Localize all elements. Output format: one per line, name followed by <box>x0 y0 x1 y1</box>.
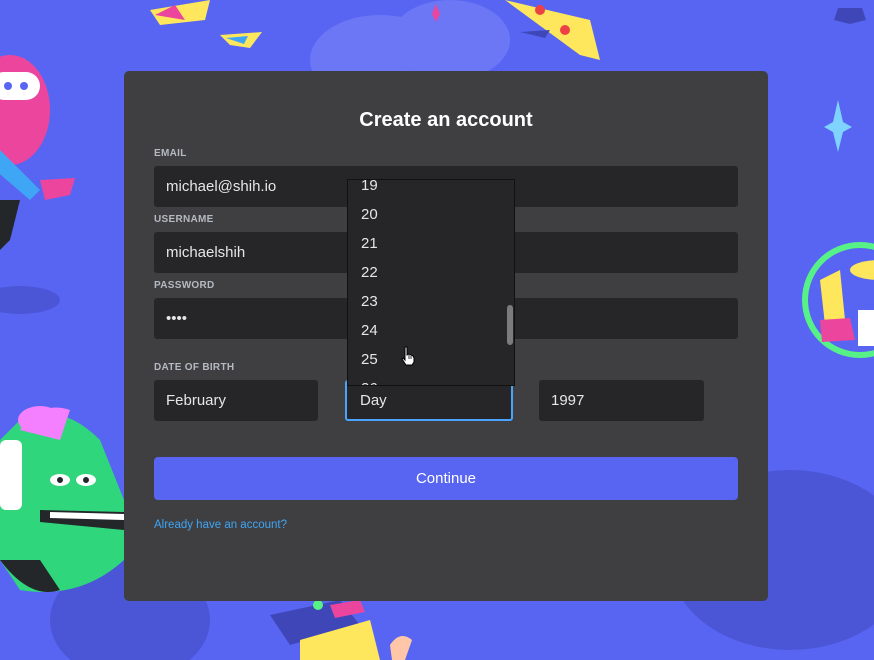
username-label: USERNAME <box>154 214 214 225</box>
day-option-20[interactable]: 20 <box>361 206 378 223</box>
day-option-26[interactable]: 26 <box>361 380 378 385</box>
hand-cursor-icon <box>401 346 415 366</box>
day-option-19[interactable]: 19 <box>361 180 378 194</box>
dropdown-scrollbar[interactable] <box>507 305 513 345</box>
day-option-21[interactable]: 21 <box>361 235 378 252</box>
login-link[interactable]: Already have an account? <box>154 519 287 531</box>
year-select[interactable]: 1997 <box>539 380 704 421</box>
month-select[interactable]: February <box>154 380 318 421</box>
day-option-23[interactable]: 23 <box>361 293 378 310</box>
date-of-birth-label: DATE OF BIRTH <box>154 362 235 373</box>
day-dropdown-list[interactable]: 19 20 21 22 23 24 25 26 <box>347 179 515 386</box>
email-label: EMAIL <box>154 148 187 159</box>
day-option-24[interactable]: 24 <box>361 322 378 339</box>
day-option-22[interactable]: 22 <box>361 264 378 281</box>
continue-button[interactable]: Continue <box>154 457 738 500</box>
day-option-25[interactable]: 25 <box>361 351 378 368</box>
day-select[interactable]: Day <box>345 380 513 421</box>
page-title: Create an account <box>359 109 533 131</box>
password-label: PASSWORD <box>154 280 215 291</box>
